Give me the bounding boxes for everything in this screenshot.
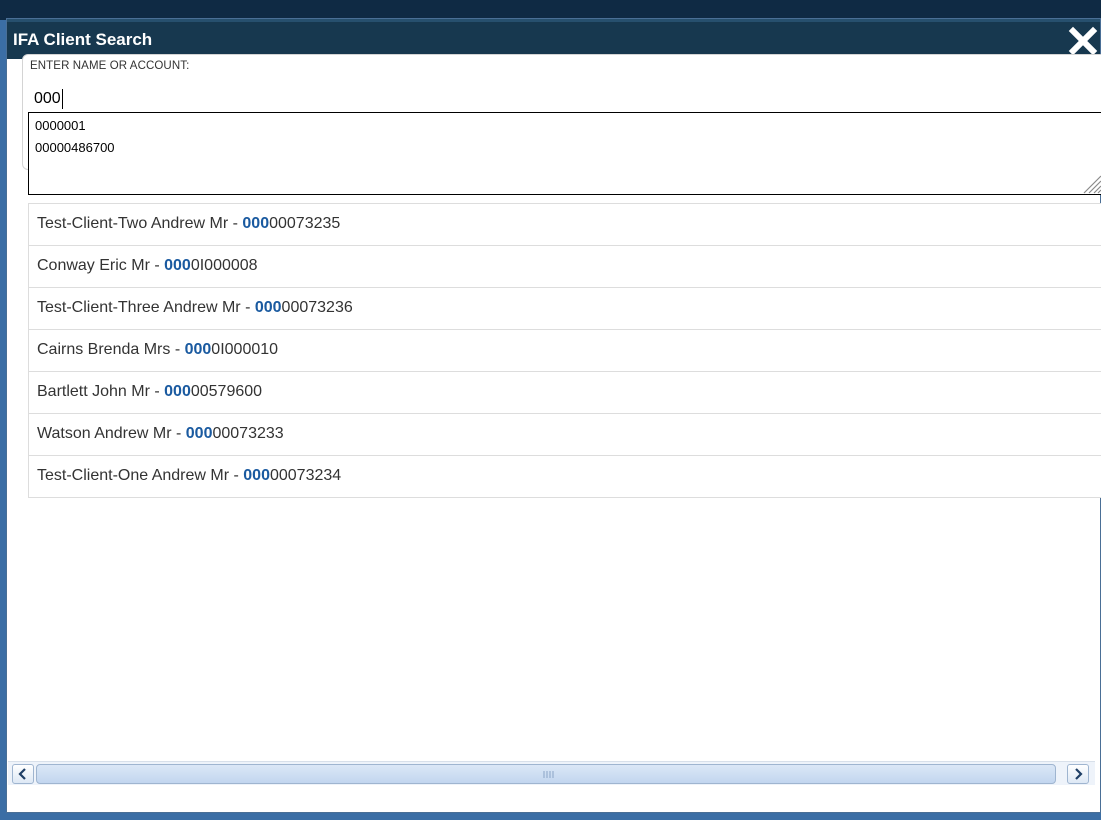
result-text: Bartlett John Mr - 00000579600 bbox=[37, 383, 263, 400]
result-row[interactable]: Test-Client-Three Andrew Mr - 0000007323… bbox=[28, 287, 1101, 329]
thumb-grip-icon bbox=[543, 771, 554, 778]
dialog-title: IFA Client Search bbox=[13, 30, 153, 49]
close-x-icon bbox=[1068, 26, 1098, 56]
dialog-titlebar: IFA Client Search bbox=[7, 19, 1100, 59]
result-row[interactable]: Test-Client-Two Andrew Mr - 00000073235 bbox=[28, 203, 1101, 245]
result-row[interactable]: Test-Client-One Andrew Mr - 00000073234 bbox=[28, 455, 1101, 498]
text-caret bbox=[62, 89, 63, 109]
result-text: Cairns Brenda Mrs - 0000I000010 bbox=[37, 341, 279, 358]
result-row[interactable]: Bartlett John Mr - 00000579600 bbox=[28, 371, 1101, 413]
result-row[interactable]: Watson Andrew Mr - 00000073233 bbox=[28, 413, 1101, 455]
results-list: Test-Client-Two Andrew Mr - 00000073235 … bbox=[28, 203, 1101, 498]
result-text: Test-Client-Two Andrew Mr - 00000073235 bbox=[37, 215, 341, 232]
search-input[interactable] bbox=[28, 87, 1101, 111]
result-text: Test-Client-Three Andrew Mr - 0000007323… bbox=[37, 299, 353, 316]
scroll-left-button[interactable] bbox=[12, 764, 34, 784]
close-button[interactable] bbox=[1068, 26, 1098, 56]
resize-grip-icon[interactable] bbox=[1074, 166, 1101, 194]
autocomplete-list: 0000001 00000486700 bbox=[28, 112, 1101, 195]
autocomplete-item[interactable]: 0000001 bbox=[35, 118, 86, 133]
autocomplete-item[interactable]: 00000486700 bbox=[35, 140, 115, 155]
search-label: ENTER NAME OR ACCOUNT: bbox=[30, 60, 190, 72]
scroll-right-button[interactable] bbox=[1067, 764, 1089, 784]
result-text: Conway Eric Mr - 0000I000008 bbox=[37, 257, 258, 274]
result-text: Watson Andrew Mr - 00000073233 bbox=[37, 425, 284, 442]
chevron-left-icon bbox=[18, 768, 26, 780]
result-row[interactable]: Conway Eric Mr - 0000I000008 bbox=[28, 245, 1101, 287]
result-row[interactable]: Cairns Brenda Mrs - 0000I000010 bbox=[28, 329, 1101, 371]
scroll-thumb[interactable] bbox=[36, 764, 1056, 784]
chevron-right-icon bbox=[1075, 768, 1083, 780]
horizontal-scrollbar[interactable] bbox=[8, 761, 1095, 785]
result-text: Test-Client-One Andrew Mr - 00000073234 bbox=[37, 467, 342, 484]
background-window-strip bbox=[0, 0, 1101, 20]
